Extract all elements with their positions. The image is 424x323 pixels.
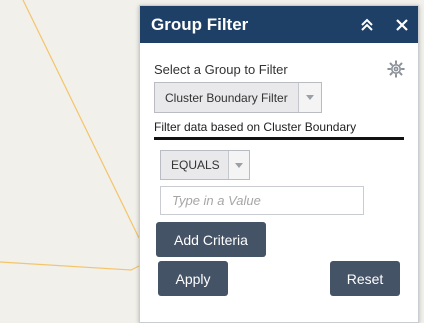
gear-icon[interactable] — [387, 60, 405, 83]
select-group-label: Select a Group to Filter — [154, 62, 288, 77]
double-chevron-up-icon[interactable] — [360, 18, 374, 32]
reset-button[interactable]: Reset — [330, 261, 400, 296]
add-criteria-button[interactable]: Add Criteria — [156, 222, 266, 257]
close-icon[interactable] — [396, 18, 408, 31]
operator-value: EQUALS — [171, 158, 220, 172]
group-select-value: Cluster Boundary Filter — [165, 90, 288, 105]
apply-button[interactable]: Apply — [158, 261, 228, 296]
dropdown-arrow-icon[interactable] — [228, 151, 249, 179]
value-input[interactable] — [160, 186, 364, 215]
dropdown-arrow-icon[interactable] — [298, 83, 321, 112]
panel-header: Group Filter — [140, 6, 418, 43]
group-filter-panel: Group Filter Select a Group to Filter Cl… — [139, 5, 419, 323]
divider — [154, 137, 404, 140]
filter-description: Filter data based on Cluster Boundary — [154, 120, 357, 134]
operator-dropdown[interactable]: EQUALS — [160, 150, 250, 180]
group-select-dropdown[interactable]: Cluster Boundary Filter — [154, 82, 322, 113]
header-controls — [360, 18, 408, 32]
panel-title: Group Filter — [151, 14, 249, 34]
